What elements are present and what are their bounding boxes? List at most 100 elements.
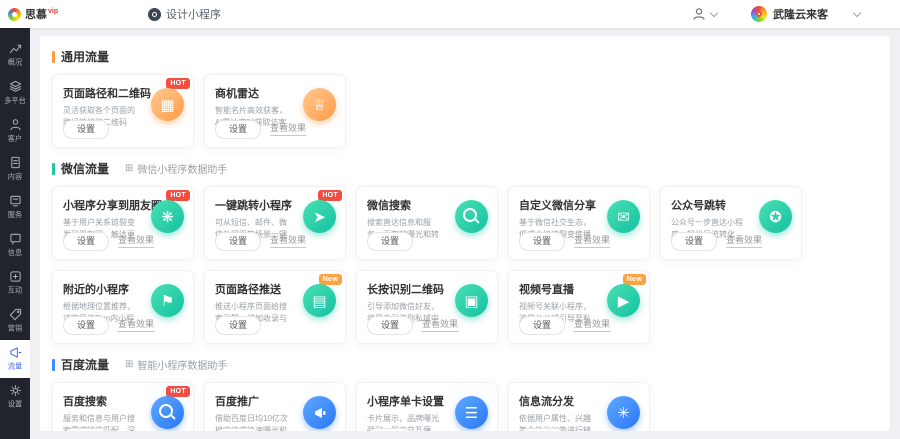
wechat-bubble-icon: ✉ [607,200,640,233]
magnifier-glyph [159,404,173,418]
section-bar [52,51,55,63]
section-bar [52,163,55,175]
card-list-icon: ☰ [455,396,488,429]
person-icon [9,118,22,131]
sidebar-item-settings[interactable]: 设置 [0,378,30,416]
logo-ring-icon [8,8,21,21]
sidebar-item-interaction[interactable]: 互动 [0,264,30,302]
layers-icon [9,80,22,93]
trophy-glyph: ♕ [313,96,326,114]
nav-design-miniprogram[interactable]: 设计小程序 [148,6,221,22]
setup-button[interactable]: 设置 [63,120,109,139]
moments-share-icon: ❋ [151,200,184,233]
setup-button[interactable]: 设置 [519,428,565,431]
setup-button[interactable]: 设置 [215,316,261,335]
view-effect-link[interactable]: 查看效果 [270,123,306,136]
logo-vip-badge: vip [48,8,58,15]
magnifier-glyph [463,208,477,222]
setup-button[interactable]: 设置 [367,232,413,251]
sidebar-item-overview[interactable]: 概况 [0,36,30,74]
view-effect-link[interactable]: 查看效果 [574,319,610,332]
location-map-icon: ⚑ [151,284,184,317]
section-bar [52,359,55,371]
sidebar-item-traffic[interactable]: 流量 [0,340,30,378]
section-title: 通用流量 [61,48,109,65]
megaphone-glyph [313,406,327,420]
trophy-icon: ♕ [303,88,336,121]
chart-icon [9,42,22,55]
card-nearby-miniprogram: 附近的小程序 根据地理位置推荐，访客周边5km内小程序均可展示 ⚑ 设置 查看效… [52,270,194,344]
card-single-card-setting: 小程序单卡设置 卡片展示，品牌曝光强烈，服务交互便捷，一搜直达 ☰ 设置 查看效… [356,382,498,431]
section-title: 百度流量 [61,356,109,373]
section-wechat-traffic: 微信流量 ⊞ 微信小程序数据助手 HOT 小程序分享到朋友圈 基于用户关系链裂变… [52,160,878,344]
smart-data-assistant-link[interactable]: ⊞ 智能小程序数据助手 [125,357,227,372]
wechat-data-assistant-link[interactable]: ⊞ 微信小程序数据助手 [125,161,227,176]
message-icon [9,232,22,245]
distribute-glyph: ✳ [617,404,630,422]
card-baidu-search: HOT 百度搜索 服务和信息与用户搜索需求精准匹配，深度转化用户 设置 查看效果 [52,382,194,431]
view-effect-link[interactable]: 查看效果 [270,235,306,248]
card-video-live: New 视频号直播 视频号关联小程序，流量从公域引导至私域 ▶ 设置 查看效果 [508,270,650,344]
view-effect-link[interactable]: 查看效果 [118,235,154,248]
sidebar-item-services[interactable]: 服务 [0,188,30,226]
card-official-account-jump: 公众号跳转 公众号一步直达小程序，轻松导流转化 ✪ 设置 查看效果 [660,186,802,260]
setup-button[interactable]: 设置 [519,316,565,335]
jump-arrow-icon: ➤ [303,200,336,233]
setup-button[interactable]: 设置 [63,316,109,335]
qr-scan-glyph: ▣ [464,292,478,310]
card-business-radar: 商机雷达 智能名片高效获客，AI雷达实时获取访客行为轨迹 ♕ 设置 查看效果 [204,74,346,148]
user-icon [692,7,706,21]
sidebar-item-customers[interactable]: 客户 [0,112,30,150]
sidebar-item-marketing[interactable]: 营销 [0,302,30,340]
service-icon [9,194,22,207]
envelope-glyph: ✉ [617,208,630,226]
helper-link-label: 微信小程序数据助手 [137,161,227,176]
official-account-icon: ✪ [759,200,792,233]
setup-button[interactable]: 设置 [215,232,261,251]
megaphone-icon [303,396,336,429]
content-panel: 通用流量 HOT 页面路径和二维码 灵活获取各个页面的路径链接和二维码 ▦ 设置… [40,36,890,431]
account-name: 武隆云来客 [773,6,828,22]
view-effect-link[interactable]: 查看效果 [574,235,610,248]
location-glyph: ⚑ [161,292,174,310]
app-logo: 思慕 vip [0,6,118,22]
setup-button[interactable]: 设置 [215,428,261,431]
view-effect-link[interactable]: 查看效果 [422,319,458,332]
card-wechat-search: 微信搜索 搜索直达信息和服务，更有效曝光和转化 设置 [356,186,498,260]
chevron-down-icon [710,9,718,17]
setup-button[interactable]: 设置 [367,316,413,335]
view-effect-link[interactable]: 查看效果 [726,235,762,248]
document-icon [9,156,22,169]
setup-button[interactable]: 设置 [671,232,717,251]
account-switcher[interactable]: 武隆云来客 [751,6,860,22]
sidebar-item-multiplatform[interactable]: 多平台 [0,74,30,112]
jump-glyph: ➤ [313,208,326,226]
setup-button[interactable]: 设置 [215,120,261,139]
page-push-glyph: ▤ [312,292,326,310]
chevron-down-icon [853,9,861,17]
grid-icon: ⊞ [125,163,133,174]
baidu-search-icon [151,396,184,429]
helper-link-label: 智能小程序数据助手 [137,357,227,372]
card-custom-wechat-share: 自定义微信分享 基于微信社交生态，低成本快速裂变传播 ✉ 设置 查看效果 [508,186,650,260]
section-title: 微信流量 [61,160,109,177]
user-menu[interactable] [692,7,717,21]
sidebar-nav: 概况 多平台 客户 内容 服务 信息 互动 营销 流量 设置 [0,28,30,439]
official-glyph: ✪ [769,208,782,226]
setup-button[interactable]: 设置 [63,232,109,251]
setup-button[interactable]: 设置 [367,428,413,431]
view-effect-link[interactable]: 查看效果 [118,319,154,332]
account-logo-icon [751,6,767,22]
section-general-traffic: 通用流量 HOT 页面路径和二维码 灵活获取各个页面的路径链接和二维码 ▦ 设置… [52,48,878,148]
sidebar-item-content[interactable]: 内容 [0,150,30,188]
qr-glyph: ▦ [160,96,174,114]
moments-glyph: ❋ [161,208,174,226]
setup-button[interactable]: 设置 [63,428,109,431]
tag-icon [9,308,22,321]
miniprogram-app-icon [148,8,161,21]
megaphone-icon [9,346,22,359]
page-push-icon: ▤ [303,284,336,317]
section-baidu-traffic: 百度流量 ⊞ 智能小程序数据助手 HOT 百度搜索 服务和信息与用户搜索需求精准… [52,356,878,431]
setup-button[interactable]: 设置 [519,232,565,251]
sidebar-item-messages[interactable]: 信息 [0,226,30,264]
